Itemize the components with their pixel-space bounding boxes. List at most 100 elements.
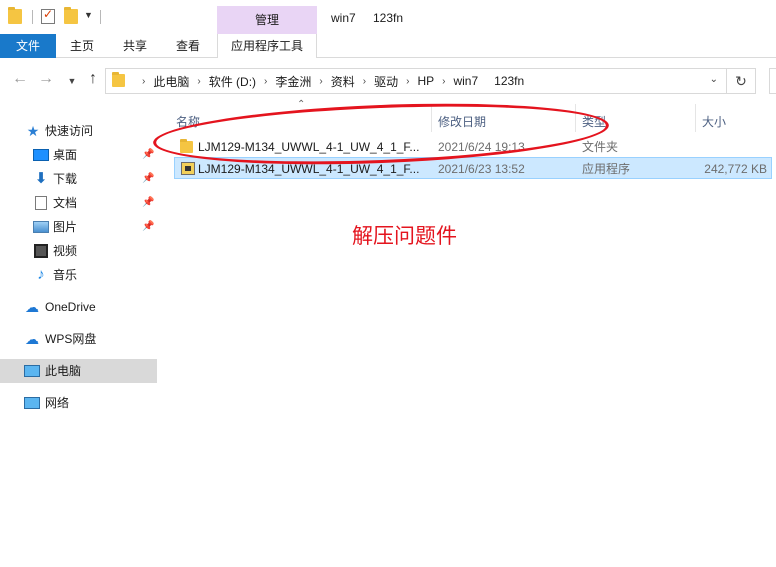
column-divider[interactable]	[695, 104, 696, 132]
breadcrumb-drive-d[interactable]: 软件 (D:)	[209, 73, 256, 90]
annotation-text: 解压问题件	[352, 224, 457, 248]
sidebar-item-label: 快速访问	[45, 124, 94, 138]
sidebar-item-documents[interactable]: 文档 📌	[0, 191, 157, 215]
customize-toolbar-icon[interactable]: ▼	[84, 10, 93, 20]
toolbar-divider	[100, 10, 101, 24]
tab-home[interactable]: 主页	[62, 34, 102, 58]
file-date: 2021/6/24 19:13	[438, 140, 525, 154]
sidebar-item-music[interactable]: ♪ 音乐	[0, 263, 157, 287]
new-folder-icon[interactable]	[64, 7, 78, 24]
network-icon	[24, 397, 40, 409]
sidebar-item-label: 桌面	[53, 148, 78, 162]
sidebar-item-network[interactable]: 网络	[0, 391, 157, 415]
chevron-right-icon[interactable]: ›	[264, 76, 267, 87]
sidebar-item-label: WPS网盘	[45, 332, 97, 346]
chevron-right-icon[interactable]: ›	[406, 76, 409, 87]
sidebar-item-quick-access[interactable]: ★ 快速访问	[0, 119, 157, 143]
file-name: LJM129-M134_UWWL_4-1_UW_4_1_F...	[198, 140, 420, 154]
search-box[interactable]	[769, 68, 776, 94]
file-date: 2021/6/23 13:52	[438, 162, 525, 176]
properties-icon[interactable]	[41, 7, 55, 24]
navigation-pane: ★ 快速访问 桌面 📌 ⬇ 下载 📌 文档 📌 图片 📌 视频 ♪ 音乐 ☁ O…	[0, 104, 157, 567]
recent-locations-chevron-icon[interactable]: ▼	[62, 76, 82, 86]
star-icon: ★	[26, 123, 40, 139]
sidebar-item-label: OneDrive	[45, 300, 96, 314]
tab-application-tools[interactable]: 应用程序工具	[217, 34, 317, 58]
column-header-size[interactable]: 大小	[702, 110, 726, 134]
cloud-icon: ☁	[25, 299, 39, 315]
sidebar-item-this-pc[interactable]: 此电脑	[0, 359, 157, 383]
column-divider[interactable]	[575, 104, 576, 132]
breadcrumb-hp[interactable]: HP	[417, 74, 434, 88]
video-icon	[34, 244, 48, 258]
column-divider[interactable]	[431, 104, 432, 132]
document-icon	[35, 196, 47, 210]
breadcrumb-ziliao[interactable]: 资料	[331, 73, 355, 90]
pictures-icon	[33, 221, 49, 233]
installer-exe-icon	[181, 162, 195, 175]
sort-ascending-icon: ⌃	[297, 99, 306, 110]
sidebar-item-wps-drive[interactable]: ☁ WPS网盘	[0, 327, 157, 351]
file-type: 应用程序	[582, 162, 631, 176]
computer-icon	[24, 365, 40, 377]
column-header-date-modified[interactable]: 修改日期	[438, 110, 486, 134]
breadcrumb-qudong[interactable]: 驱动	[374, 73, 398, 90]
sidebar-item-label: 此电脑	[45, 364, 82, 378]
chevron-right-icon: ›	[142, 75, 146, 87]
refresh-icon[interactable]: ↻	[727, 68, 756, 94]
table-row[interactable]: LJM129-M134_UWWL_4-1_UW_4_1_F... 2021/6/…	[174, 157, 772, 179]
sidebar-item-label: 视频	[53, 244, 78, 258]
sidebar-item-onedrive[interactable]: ☁ OneDrive	[0, 295, 157, 319]
title-bar: ▼ 管理 win7 123fn	[0, 0, 776, 34]
sidebar-item-desktop[interactable]: 桌面 📌	[0, 143, 157, 167]
file-size: 242,772 KB	[704, 162, 767, 176]
chevron-right-icon[interactable]: ›	[442, 76, 445, 87]
chevron-right-icon[interactable]: ›	[363, 76, 366, 87]
pin-icon[interactable]: 📌	[142, 191, 154, 215]
breadcrumb-this-pc[interactable]: 此电脑	[153, 73, 189, 90]
chevron-right-icon[interactable]: ›	[197, 76, 200, 87]
breadcrumb-win7[interactable]: win7	[453, 74, 478, 88]
column-header-name[interactable]: 名称	[176, 110, 200, 134]
column-header-type[interactable]: 类型	[582, 110, 606, 134]
window-title-path: win7	[331, 11, 356, 25]
file-list: ⌃ 名称 修改日期 类型 大小 LJM129-M134_UWWL_4-1_UW_…	[170, 99, 776, 567]
toolbar-divider	[32, 10, 33, 24]
pin-icon[interactable]: 📌	[142, 167, 154, 191]
download-icon: ⬇	[34, 170, 48, 187]
sidebar-item-label: 音乐	[53, 268, 78, 282]
file-name: LJM129-M134_UWWL_4-1_UW_4_1_F...	[198, 162, 420, 176]
sidebar-item-downloads[interactable]: ⬇ 下载 📌	[0, 167, 157, 191]
context-tab-manage: 管理	[217, 6, 317, 34]
navigation-bar: ← → ▼ ↑ › 此电脑 › 软件 (D:) › 李金洲 › 资料 › 驱动 …	[0, 58, 776, 104]
table-row[interactable]: LJM129-M134_UWWL_4-1_UW_4_1_F... 2021/6/…	[174, 136, 772, 158]
sidebar-item-pictures[interactable]: 图片 📌	[0, 215, 157, 239]
window-title-folder: 123fn	[373, 11, 404, 25]
tab-file[interactable]: 文件	[0, 34, 56, 58]
sidebar-item-label: 文档	[53, 196, 78, 210]
breadcrumb: › 此电脑 › 软件 (D:) › 李金洲 › 资料 › 驱动 › HP › w…	[134, 69, 524, 93]
forward-arrow-icon[interactable]: →	[36, 70, 56, 88]
up-arrow-icon[interactable]: ↑	[83, 70, 103, 88]
sidebar-item-label: 网络	[45, 396, 70, 410]
folder-icon	[180, 139, 193, 153]
sidebar-item-label: 图片	[53, 220, 78, 234]
chevron-right-icon[interactable]: ›	[319, 76, 322, 87]
tab-view[interactable]: 查看	[168, 34, 208, 58]
sidebar-item-label: 下载	[53, 172, 78, 186]
address-bar[interactable]: › 此电脑 › 软件 (D:) › 李金洲 › 资料 › 驱动 › HP › w…	[105, 68, 727, 94]
address-history-chevron-icon[interactable]: ⌄	[710, 74, 718, 85]
folder-icon	[112, 72, 125, 87]
file-type: 文件夹	[582, 140, 619, 154]
desktop-icon	[33, 149, 49, 161]
breadcrumb-123fn[interactable]: 123fn	[494, 74, 524, 88]
pin-icon[interactable]: 📌	[142, 215, 154, 239]
ribbon-tabs: 文件 主页 共享 查看 应用程序工具	[0, 34, 776, 58]
folder-icon[interactable]	[8, 7, 22, 24]
breadcrumb-li-jinzhou[interactable]: 李金洲	[275, 73, 311, 90]
music-icon: ♪	[37, 266, 45, 283]
sidebar-item-videos[interactable]: 视频	[0, 239, 157, 263]
pin-icon[interactable]: 📌	[142, 143, 154, 167]
back-arrow-icon[interactable]: ←	[10, 70, 30, 88]
tab-share[interactable]: 共享	[115, 34, 155, 58]
